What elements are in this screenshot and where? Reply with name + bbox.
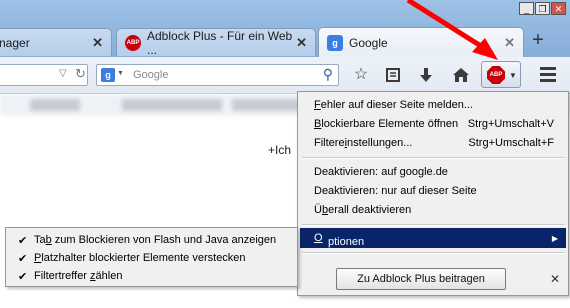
star-icon[interactable]: ☆ (349, 64, 373, 86)
checkmark-icon: ✔ (18, 271, 28, 283)
submenu-item-count-filter-hits[interactable]: Filtertreffer zählen (34, 270, 122, 282)
maximize-button[interactable]: ❐ (535, 2, 550, 15)
options-submenu: ✔ Tab zum Blockieren von Flash und Java … (5, 227, 298, 287)
tab-manager[interactable]: nager ✕ (0, 28, 112, 56)
menu-separator (302, 252, 564, 254)
checkmark-icon: ✔ (18, 253, 28, 265)
menu-item-disable-everywhere[interactable]: Überall deaktivieren (314, 204, 411, 216)
chevron-down-icon: ▼ (509, 71, 517, 80)
abp-favicon-icon: ABP (125, 34, 141, 51)
new-tab-plus-icon[interactable]: + (527, 30, 549, 52)
tab-adblock-plus[interactable]: ABP Adblock Plus - Für ein Web ... ✕ (116, 28, 316, 57)
url-history-dropdown-icon[interactable]: ▽ (59, 68, 67, 79)
search-icon[interactable]: ⚲ (323, 66, 333, 83)
google-search-engine-icon[interactable]: g (101, 68, 115, 82)
close-window-button[interactable]: ✕ (551, 2, 566, 15)
tab-google[interactable]: g Google ✕ (318, 27, 524, 57)
shortcut-label: Strg+Umschalt+V (467, 118, 554, 130)
minimize-button[interactable]: _ (519, 2, 534, 15)
adblock-plus-button[interactable]: ABP ▼ (481, 61, 521, 88)
google-favicon-icon: g (327, 34, 343, 51)
menu-item-filter-preferences[interactable]: Filtereinstellungen... (314, 137, 412, 149)
submenu-item-hide-placeholders[interactable]: Platzhalter blockierter Elemente verstec… (34, 252, 246, 264)
download-icon[interactable] (414, 64, 438, 86)
chevron-down-icon[interactable]: ▼ (117, 70, 124, 77)
reload-icon[interactable]: ↻ (75, 66, 86, 82)
abp-logo-icon: ABP (487, 66, 505, 84)
tab-title: nager (0, 35, 30, 50)
search-bar[interactable]: g ▼ Google ⚲ (96, 64, 339, 86)
shortcut-label: Strg+Umschalt+F (468, 137, 554, 149)
submenu-arrow-icon: ▶ (551, 234, 558, 243)
home-icon[interactable] (449, 64, 473, 86)
menu-item-options[interactable]: Optionen ▶ (300, 228, 566, 248)
tab-title: Adblock Plus - Für ein Web ... (147, 28, 293, 57)
menu-separator (302, 157, 564, 159)
menu-item-disable-on-page[interactable]: Deaktivieren: nur auf dieser Seite (314, 185, 477, 197)
tab-close-icon[interactable]: ✕ (296, 35, 307, 51)
tab-close-icon[interactable]: ✕ (504, 35, 515, 51)
checkmark-icon: ✔ (18, 235, 28, 247)
menu-item-label: Optionen (314, 232, 365, 248)
tab-close-icon[interactable]: ✕ (92, 35, 103, 51)
menu-item-report-issue[interactable]: Fehler auf dieser Seite melden... (314, 99, 473, 111)
contribute-button[interactable]: Zu Adblock Plus beitragen (336, 268, 506, 290)
menu-item-open-blockable-items[interactable]: Blockierbare Elemente öffnen (314, 118, 458, 130)
window-controls: _ ❐ ✕ (519, 2, 566, 15)
tab-title: Google (349, 35, 388, 50)
submenu-item-show-tabs-flash-java[interactable]: Tab zum Blockieren von Flash und Java an… (34, 234, 276, 246)
close-icon[interactable]: ✕ (550, 272, 560, 286)
search-input[interactable]: Google (133, 69, 168, 81)
menu-separator (302, 224, 564, 226)
abp-dropdown-menu: Fehler auf dieser Seite melden... Blocki… (297, 91, 569, 296)
menu-item-disable-on-site[interactable]: Deaktivieren: auf google.de (314, 166, 448, 178)
reading-list-icon[interactable] (381, 64, 405, 86)
page-content-text[interactable]: +Ich (268, 143, 291, 157)
hamburger-menu-icon[interactable] (537, 64, 559, 86)
